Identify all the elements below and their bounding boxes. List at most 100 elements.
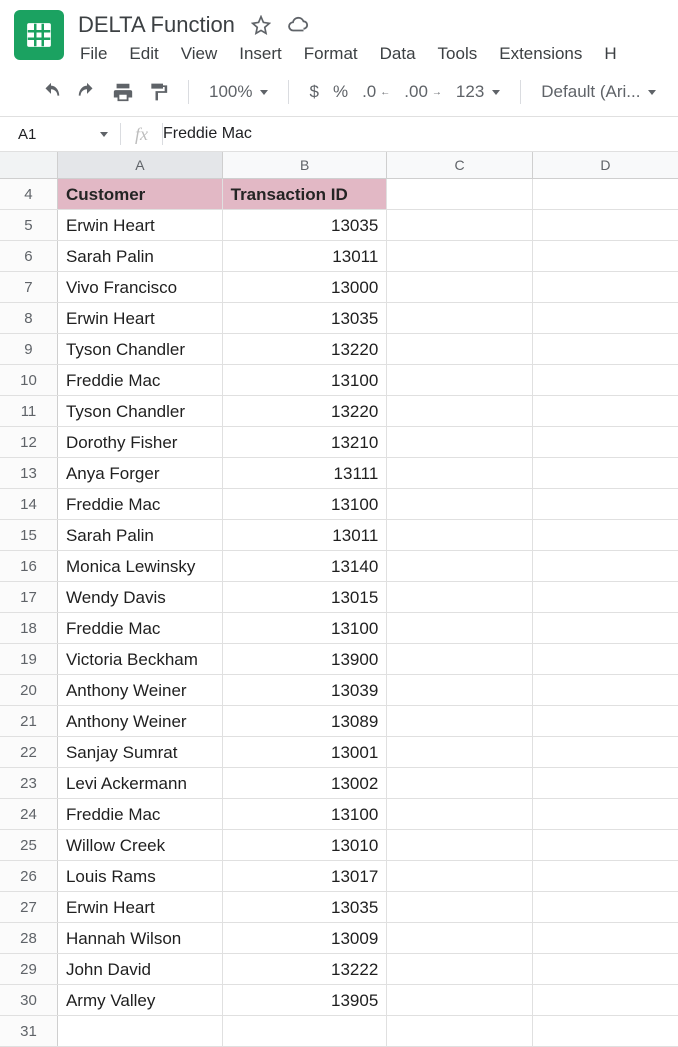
cell-customer[interactable]: Freddie Mac [58, 365, 223, 395]
paint-format-icon[interactable] [148, 82, 168, 102]
cell-transaction[interactable]: 13039 [223, 675, 388, 705]
cell[interactable] [533, 799, 678, 829]
menu-data[interactable]: Data [380, 44, 416, 64]
cell-customer[interactable]: Sanjay Sumrat [58, 737, 223, 767]
cell-customer[interactable]: Anthony Weiner [58, 706, 223, 736]
row-header[interactable]: 30 [0, 985, 58, 1015]
cell[interactable] [387, 613, 532, 643]
cell[interactable] [387, 582, 532, 612]
cell-customer[interactable]: Anya Forger [58, 458, 223, 488]
cell-transaction[interactable]: 13000 [223, 272, 388, 302]
column-header-a[interactable]: A [58, 152, 223, 178]
cell[interactable] [387, 799, 532, 829]
cell[interactable] [533, 334, 678, 364]
cell[interactable] [533, 551, 678, 581]
cell-customer[interactable]: Dorothy Fisher [58, 427, 223, 457]
name-box[interactable]: A1 [0, 126, 120, 143]
doc-title[interactable]: DELTA Function [78, 12, 235, 38]
cell-customer[interactable]: Monica Lewinsky [58, 551, 223, 581]
cell-transaction[interactable]: 13002 [223, 768, 388, 798]
cell-customer[interactable]: Willow Creek [58, 830, 223, 860]
column-header-b[interactable]: B [223, 152, 388, 178]
row-header[interactable]: 4 [0, 179, 58, 209]
cell[interactable] [387, 861, 532, 891]
cell-transaction[interactable]: 13009 [223, 923, 388, 953]
cell-transaction[interactable]: 13011 [223, 520, 388, 550]
cell-customer-header[interactable]: Customer [58, 179, 223, 209]
cell-customer[interactable]: Victoria Beckham [58, 644, 223, 674]
cell-customer[interactable]: Erwin Heart [58, 210, 223, 240]
cell[interactable] [387, 210, 532, 240]
cell[interactable] [223, 1016, 388, 1046]
menu-tools[interactable]: Tools [438, 44, 478, 64]
zoom-dropdown[interactable]: 100% [209, 82, 268, 102]
cell-transaction[interactable]: 13035 [223, 892, 388, 922]
star-icon[interactable] [251, 15, 271, 35]
row-header[interactable]: 20 [0, 675, 58, 705]
formula-input[interactable] [163, 125, 678, 143]
row-header[interactable]: 24 [0, 799, 58, 829]
cell[interactable] [387, 520, 532, 550]
cell[interactable] [533, 675, 678, 705]
font-dropdown[interactable]: Default (Ari... [541, 82, 656, 102]
cell-customer[interactable]: Tyson Chandler [58, 396, 223, 426]
cell-transaction[interactable]: 13905 [223, 985, 388, 1015]
cell-customer[interactable]: Erwin Heart [58, 303, 223, 333]
percent-format-button[interactable]: % [333, 82, 348, 102]
cell[interactable] [387, 551, 532, 581]
cell[interactable] [533, 923, 678, 953]
cell[interactable] [387, 644, 532, 674]
cell[interactable] [387, 985, 532, 1015]
cell-transaction[interactable]: 13035 [223, 210, 388, 240]
cell[interactable] [533, 458, 678, 488]
cell[interactable] [533, 365, 678, 395]
cell-transaction-header[interactable]: Transaction ID [223, 179, 388, 209]
menu-help[interactable]: H [604, 44, 616, 64]
cell-customer[interactable]: Sarah Palin [58, 520, 223, 550]
cell-transaction[interactable]: 13100 [223, 613, 388, 643]
row-header[interactable]: 31 [0, 1016, 58, 1046]
column-header-c[interactable]: C [387, 152, 532, 178]
menu-view[interactable]: View [181, 44, 218, 64]
cell-customer[interactable]: Sarah Palin [58, 241, 223, 271]
column-header-d[interactable]: D [533, 152, 678, 178]
cell[interactable] [387, 892, 532, 922]
row-header[interactable]: 18 [0, 613, 58, 643]
select-all-corner[interactable] [0, 152, 58, 178]
cell-transaction[interactable]: 13010 [223, 830, 388, 860]
cell[interactable] [533, 427, 678, 457]
row-header[interactable]: 23 [0, 768, 58, 798]
cell-transaction[interactable]: 13035 [223, 303, 388, 333]
cell[interactable] [533, 644, 678, 674]
cell-transaction[interactable]: 13015 [223, 582, 388, 612]
menu-edit[interactable]: Edit [129, 44, 158, 64]
row-header[interactable]: 12 [0, 427, 58, 457]
cell-transaction[interactable]: 13220 [223, 334, 388, 364]
cell-transaction[interactable]: 13140 [223, 551, 388, 581]
row-header[interactable]: 27 [0, 892, 58, 922]
cell[interactable] [387, 675, 532, 705]
row-header[interactable]: 16 [0, 551, 58, 581]
cell[interactable] [387, 830, 532, 860]
row-header[interactable]: 15 [0, 520, 58, 550]
cell-transaction[interactable]: 13210 [223, 427, 388, 457]
cell-customer[interactable]: Freddie Mac [58, 613, 223, 643]
sheets-logo-icon[interactable] [14, 10, 64, 60]
cell[interactable] [387, 334, 532, 364]
cell-transaction[interactable]: 13100 [223, 489, 388, 519]
cell[interactable] [533, 489, 678, 519]
cell-customer[interactable]: Wendy Davis [58, 582, 223, 612]
cell[interactable] [387, 1016, 532, 1046]
cell[interactable] [533, 396, 678, 426]
row-header[interactable]: 6 [0, 241, 58, 271]
cell-customer[interactable]: Freddie Mac [58, 489, 223, 519]
cell[interactable] [533, 830, 678, 860]
row-header[interactable]: 5 [0, 210, 58, 240]
print-icon[interactable] [112, 81, 134, 103]
cloud-saved-icon[interactable] [287, 14, 309, 36]
cell-customer[interactable]: Hannah Wilson [58, 923, 223, 953]
cell[interactable] [387, 458, 532, 488]
row-header[interactable]: 21 [0, 706, 58, 736]
cell[interactable] [58, 1016, 223, 1046]
cell[interactable] [533, 737, 678, 767]
